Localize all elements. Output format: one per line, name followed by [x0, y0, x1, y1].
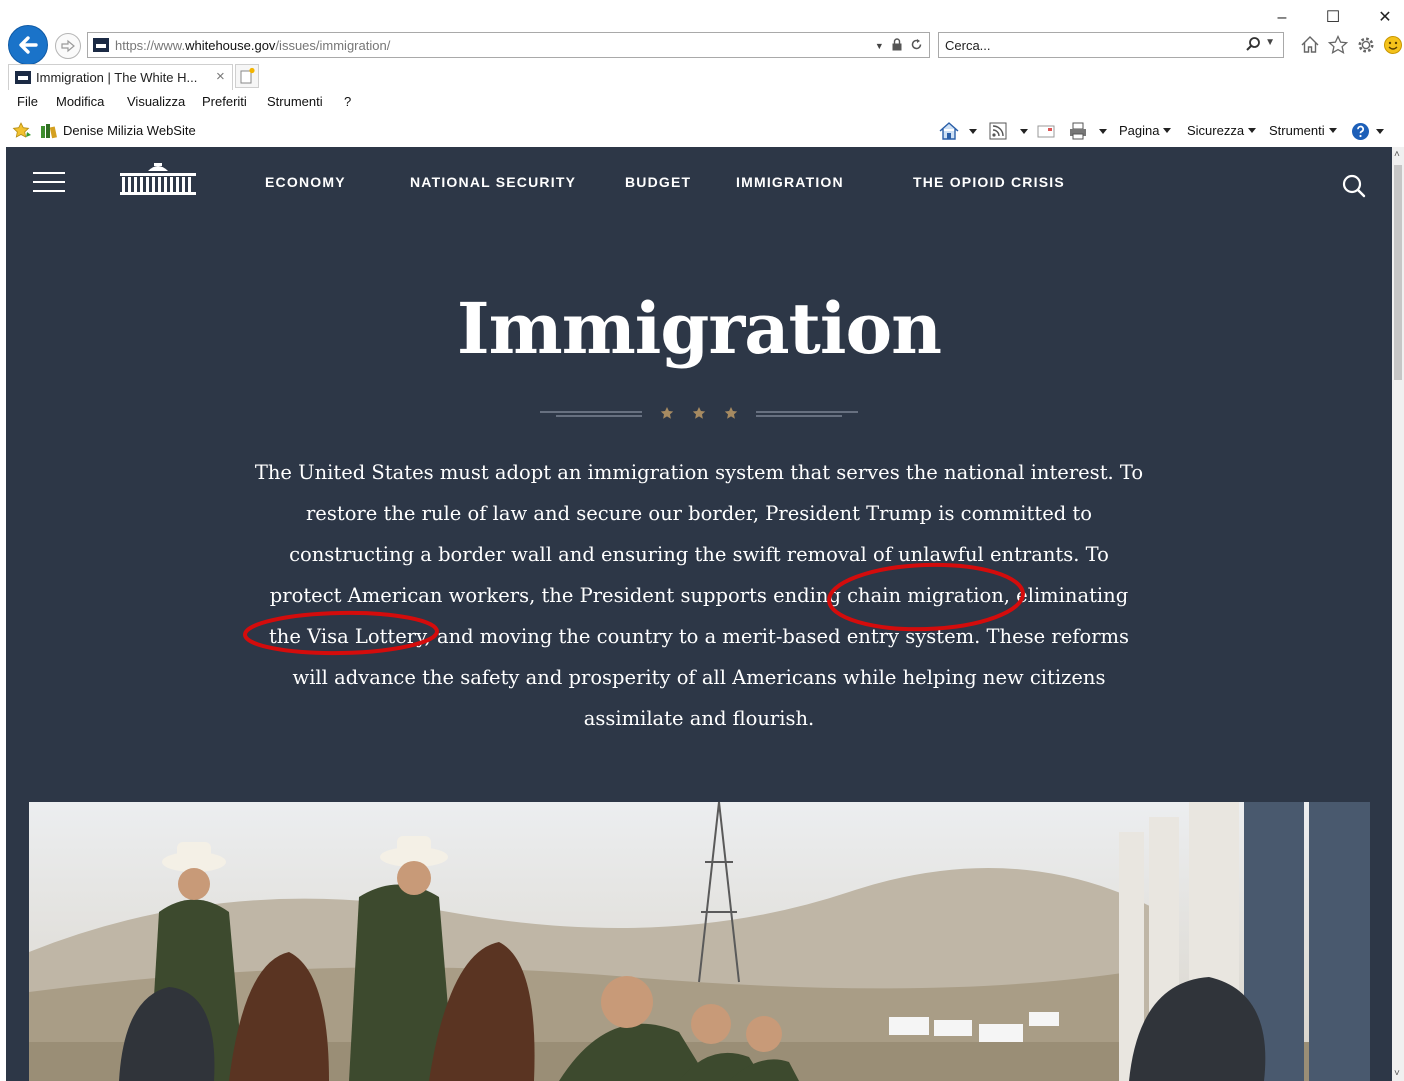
browser-search-box[interactable]: ▼ [938, 32, 1284, 58]
gear-icon[interactable] [1355, 34, 1377, 56]
site-navigation: ECONOMY NATIONAL SECURITY BUDGET IMMIGRA… [6, 147, 1392, 219]
command-strumenti[interactable]: Strumenti [1269, 123, 1337, 138]
menu-preferiti[interactable]: Preferiti [202, 94, 247, 109]
help-icon[interactable] [1351, 122, 1370, 141]
smiley-icon[interactable] [1382, 34, 1404, 56]
intro-paragraph: The United States must adopt an immigrat… [254, 461, 1144, 730]
address-bar[interactable]: https://www.whitehouse.gov/issues/immigr… [87, 32, 930, 58]
search-provider-dropdown-icon[interactable]: ▼ [1265, 37, 1275, 48]
hero-photo [29, 802, 1370, 1081]
white-house-logo-icon[interactable] [118, 161, 198, 197]
nav-opioid-crisis[interactable]: THE OPIOID CRISIS [913, 174, 1065, 190]
title-divider [540, 407, 858, 419]
home-dropdown-icon[interactable] [969, 129, 977, 134]
website-books-icon [41, 124, 57, 139]
menu-strumenti[interactable]: Strumenti [267, 94, 323, 109]
nav-budget[interactable]: BUDGET [625, 174, 691, 190]
command-sicurezza[interactable]: Sicurezza [1187, 123, 1257, 138]
nav-economy[interactable]: ECONOMY [265, 174, 346, 190]
browser-chrome: – ☐ ✕ https://www.whitehouse.gov/issues/… [0, 0, 1404, 147]
print-dropdown-icon[interactable] [1099, 129, 1107, 134]
mail-icon[interactable] [1037, 123, 1055, 139]
address-tools: ▼ [875, 37, 923, 52]
maximize-button[interactable]: ☐ [1319, 6, 1347, 30]
nav-immigration[interactable]: IMMIGRATION [736, 174, 844, 190]
vertical-scrollbar[interactable]: ˄ ˅ [1392, 147, 1404, 1081]
browser-search-input[interactable] [945, 36, 1235, 54]
hamburger-menu-icon[interactable] [33, 172, 65, 194]
url-text[interactable]: https://www.whitehouse.gov/issues/immigr… [115, 38, 390, 53]
add-favorites-icon[interactable] [12, 122, 32, 140]
print-icon[interactable] [1068, 121, 1088, 141]
page-title: Immigration [456, 287, 942, 370]
back-button[interactable] [8, 25, 48, 65]
menu-visualizza[interactable]: Visualizza [127, 94, 185, 109]
menu-bar: File Modifica Visualizza Preferiti Strum… [0, 90, 1404, 114]
favorite-denise-milizia[interactable]: Denise Milizia WebSite [63, 123, 196, 138]
close-window-button[interactable]: ✕ [1371, 6, 1399, 30]
refresh-icon[interactable] [910, 38, 923, 51]
border-patrol-photo [29, 802, 1370, 1081]
address-dropdown-icon[interactable]: ▼ [875, 41, 884, 51]
favorites-bar: Denise Milizia WebSite Pagina Sicurezza … [0, 116, 1404, 146]
back-arrow-icon [19, 36, 38, 54]
home-icon[interactable] [1299, 34, 1321, 56]
menu-file[interactable]: File [17, 94, 38, 109]
page-viewport: ECONOMY NATIONAL SECURITY BUDGET IMMIGRA… [6, 147, 1392, 1081]
tab-close-button[interactable]: × [216, 68, 225, 85]
favorites-star-icon[interactable] [1327, 34, 1349, 56]
minimize-button[interactable]: – [1268, 6, 1296, 30]
tab-immigration[interactable]: Immigration | The White H... × [8, 64, 233, 90]
command-pagina[interactable]: Pagina [1119, 123, 1172, 138]
site-favicon-icon [93, 38, 109, 52]
forward-button[interactable] [55, 33, 81, 59]
search-icon[interactable] [1245, 36, 1261, 52]
tab-label: Immigration | The White H... [36, 70, 198, 85]
rss-feed-icon[interactable] [989, 122, 1007, 140]
new-tab-button[interactable] [235, 64, 259, 88]
home-icon[interactable] [938, 121, 960, 141]
scroll-thumb[interactable] [1394, 165, 1402, 380]
nav-national-security[interactable]: NATIONAL SECURITY [410, 174, 576, 190]
scroll-down-icon[interactable]: ˅ [1394, 1068, 1400, 1079]
menu-help[interactable]: ? [344, 94, 351, 109]
tab-favicon-icon [15, 71, 31, 84]
lock-icon[interactable] [891, 38, 903, 51]
scroll-up-icon[interactable]: ˄ [1394, 149, 1400, 160]
divider-stars [660, 407, 738, 419]
new-tab-icon [240, 67, 255, 84]
feed-dropdown-icon[interactable] [1020, 129, 1028, 134]
help-dropdown-icon[interactable] [1376, 129, 1384, 134]
forward-arrow-icon [61, 39, 75, 53]
menu-modifica[interactable]: Modifica [56, 94, 104, 109]
search-icon[interactable] [1341, 173, 1367, 199]
